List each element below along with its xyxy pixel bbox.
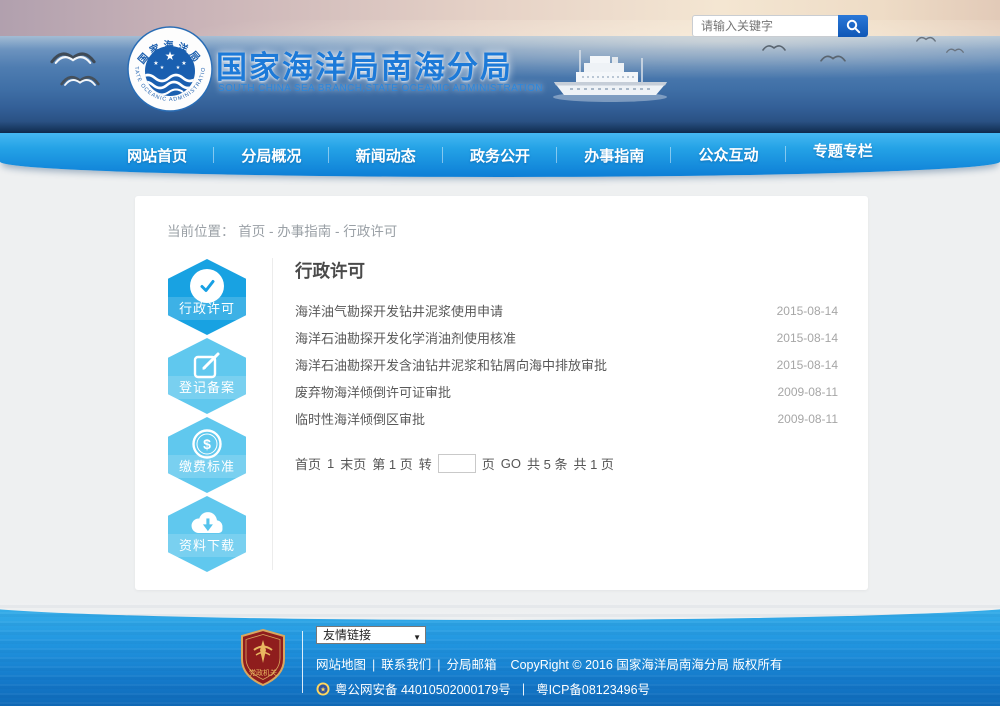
dropdown-label: 友情链接	[323, 628, 371, 642]
sidebar-item-registration[interactable]: 登记备案	[168, 338, 246, 414]
page-goto-input[interactable]	[438, 454, 476, 473]
nav-item-public-interaction[interactable]: 公众互动	[671, 144, 785, 165]
article-date: 2009-08-11	[778, 385, 839, 399]
seagull-icon	[50, 46, 96, 66]
seagull-icon	[762, 42, 786, 52]
nav-item-home[interactable]: 网站首页	[100, 145, 214, 166]
article-date: 2015-08-14	[777, 358, 838, 372]
seagull-icon	[60, 70, 100, 88]
sidebar-item-downloads[interactable]: 资料下载	[168, 496, 246, 572]
footer-records-row: ★ 粤公网安备 44010502000179号 | 粤ICP备08123496号	[316, 679, 650, 698]
site-logo[interactable]: 国家海洋局 STATE OCEANIC ADMINISTRATION ★ ★ ★…	[127, 26, 213, 112]
sidebar-item-label: 缴费标准	[168, 455, 246, 478]
article-link[interactable]: 海洋油气勘探开发钻井泥浆使用申请	[295, 301, 503, 320]
ship-illustration	[550, 46, 672, 106]
footer-divider	[302, 631, 303, 693]
svg-text:★: ★	[165, 49, 176, 63]
search-button[interactable]	[838, 15, 868, 37]
police-badge-icon: ★	[316, 682, 330, 696]
breadcrumb: 当前位置： 首页 - 办事指南 - 行政许可	[167, 220, 397, 240]
security-record-link[interactable]: 粤公网安备 44010502000179号	[335, 679, 511, 698]
page-title: 行政许可	[295, 258, 838, 283]
site-subtitle: SOUTH CHINA SEA BRANCH,STATE OCEANIC ADM…	[218, 83, 543, 94]
sidebar-item-label: 登记备案	[168, 376, 246, 399]
search-icon	[846, 19, 861, 34]
copyright-text: CopyRight © 2016 国家海洋局南海分局 版权所有	[511, 658, 783, 672]
pagination-total-pages: 共 1 页	[573, 454, 613, 473]
site-title: 国家海洋局南海分局	[216, 42, 513, 87]
article-link[interactable]: 废弃物海洋倾倒许可证审批	[295, 382, 451, 401]
chevron-down-icon: ▼	[413, 630, 421, 646]
site-banner: 国家海洋局 STATE OCEANIC ADMINISTRATION ★ ★ ★…	[0, 0, 1000, 133]
pagination-last[interactable]: 末页	[340, 454, 366, 473]
sidebar-content-divider	[272, 258, 273, 570]
badge-label: 党政机关	[249, 668, 277, 677]
svg-text:★: ★	[160, 65, 165, 71]
breadcrumb-path[interactable]: 首页 - 办事指南 - 行政许可	[238, 224, 397, 239]
separator: |	[522, 682, 525, 696]
sidebar-item-fee-standards[interactable]: $ 缴费标准	[168, 417, 246, 493]
article-link[interactable]: 临时性海洋倾倒区审批	[295, 409, 425, 428]
article-link[interactable]: 海洋石油勘探开发含油钻井泥浆和钻屑向海中排放审批	[295, 355, 607, 374]
nav-item-overview[interactable]: 分局概况	[214, 145, 328, 166]
pagination-first[interactable]: 首页	[295, 454, 321, 473]
pagination-total-items: 共 5 条	[527, 454, 567, 473]
sidebar-item-administrative-license[interactable]: 行政许可	[168, 259, 246, 335]
friendly-links-dropdown[interactable]: 友情链接 ▼	[316, 626, 426, 644]
footer-curve	[0, 603, 1000, 620]
search-bar	[692, 15, 868, 37]
list-item: 临时性海洋倾倒区审批 2009-08-11	[295, 405, 838, 432]
icp-record-link[interactable]: 粤ICP备08123496号	[536, 679, 650, 698]
pagination-jump-unit: 页	[482, 454, 495, 473]
pagination-page-1[interactable]: 1	[327, 456, 334, 471]
article-link[interactable]: 海洋石油勘探开发化学消油剂使用核准	[295, 328, 516, 347]
pagination-current: 第 1 页	[372, 454, 412, 473]
list-item: 海洋石油勘探开发含油钻井泥浆和钻屑向海中排放审批 2015-08-14	[295, 351, 838, 378]
article-list-section: 行政许可 海洋油气勘探开发钻井泥浆使用申请 2015-08-14 海洋石油勘探开…	[295, 258, 838, 473]
content-card: 当前位置： 首页 - 办事指南 - 行政许可 行政许可	[135, 196, 868, 590]
footer-link-contact[interactable]: 联系我们	[381, 658, 431, 672]
separator: |	[437, 658, 440, 672]
seagull-icon	[946, 46, 964, 54]
pagination-jump-label: 转	[419, 454, 432, 473]
nav-item-service-guide[interactable]: 办事指南	[557, 145, 671, 166]
list-item: 海洋石油勘探开发化学消油剂使用核准 2015-08-14	[295, 324, 838, 351]
article-date: 2015-08-14	[777, 304, 838, 318]
svg-text:★: ★	[153, 60, 158, 67]
main-nav: 网站首页 分局概况 新闻动态 政务公开 办事指南 公众互动 专题专栏	[0, 133, 1000, 177]
list-item: 海洋油气勘探开发钻井泥浆使用申请 2015-08-14	[295, 297, 838, 324]
svg-text:★: ★	[320, 686, 326, 693]
separator: |	[372, 658, 375, 672]
pagination-go-button[interactable]: GO	[501, 456, 521, 471]
nav-item-news[interactable]: 新闻动态	[329, 145, 443, 166]
footer-links-row: 网站地图 | 联系我们 | 分局邮箱 CopyRight © 2016 国家海洋局南海分局…	[316, 654, 782, 673]
sidebar-item-label: 资料下载	[168, 534, 246, 557]
article-date: 2009-08-11	[778, 412, 839, 426]
search-input[interactable]	[692, 15, 838, 37]
list-item: 废弃物海洋倾倒许可证审批 2009-08-11	[295, 378, 838, 405]
page: 国家海洋局 STATE OCEANIC ADMINISTRATION ★ ★ ★…	[0, 0, 1000, 706]
pagination: 首页 1 末页 第 1 页 转 页 GO 共 5 条 共 1 页	[295, 454, 838, 473]
article-date: 2015-08-14	[777, 331, 838, 345]
footer-link-sitemap[interactable]: 网站地图	[316, 658, 366, 672]
footer-link-mailbox[interactable]: 分局邮箱	[447, 658, 497, 672]
svg-text:★: ★	[176, 65, 181, 71]
footer: 党政机关 友情链接 ▼ 网站地图 | 联系我们 | 分局邮箱 CopyRight © 20…	[0, 603, 1000, 706]
nav-item-gov-affairs[interactable]: 政务公开	[443, 145, 557, 166]
sidebar-item-label: 行政许可	[168, 297, 246, 320]
svg-text:$: $	[203, 436, 211, 452]
svg-text:★: ★	[181, 60, 186, 67]
breadcrumb-label: 当前位置：	[167, 224, 235, 239]
nav-item-special-topics[interactable]: 专题专栏	[786, 140, 900, 161]
government-badge[interactable]: 党政机关	[240, 629, 286, 687]
seagull-icon	[916, 34, 936, 43]
seagull-icon	[820, 52, 846, 63]
sidebar-menu: 行政许可 登记备案 $	[168, 259, 246, 575]
